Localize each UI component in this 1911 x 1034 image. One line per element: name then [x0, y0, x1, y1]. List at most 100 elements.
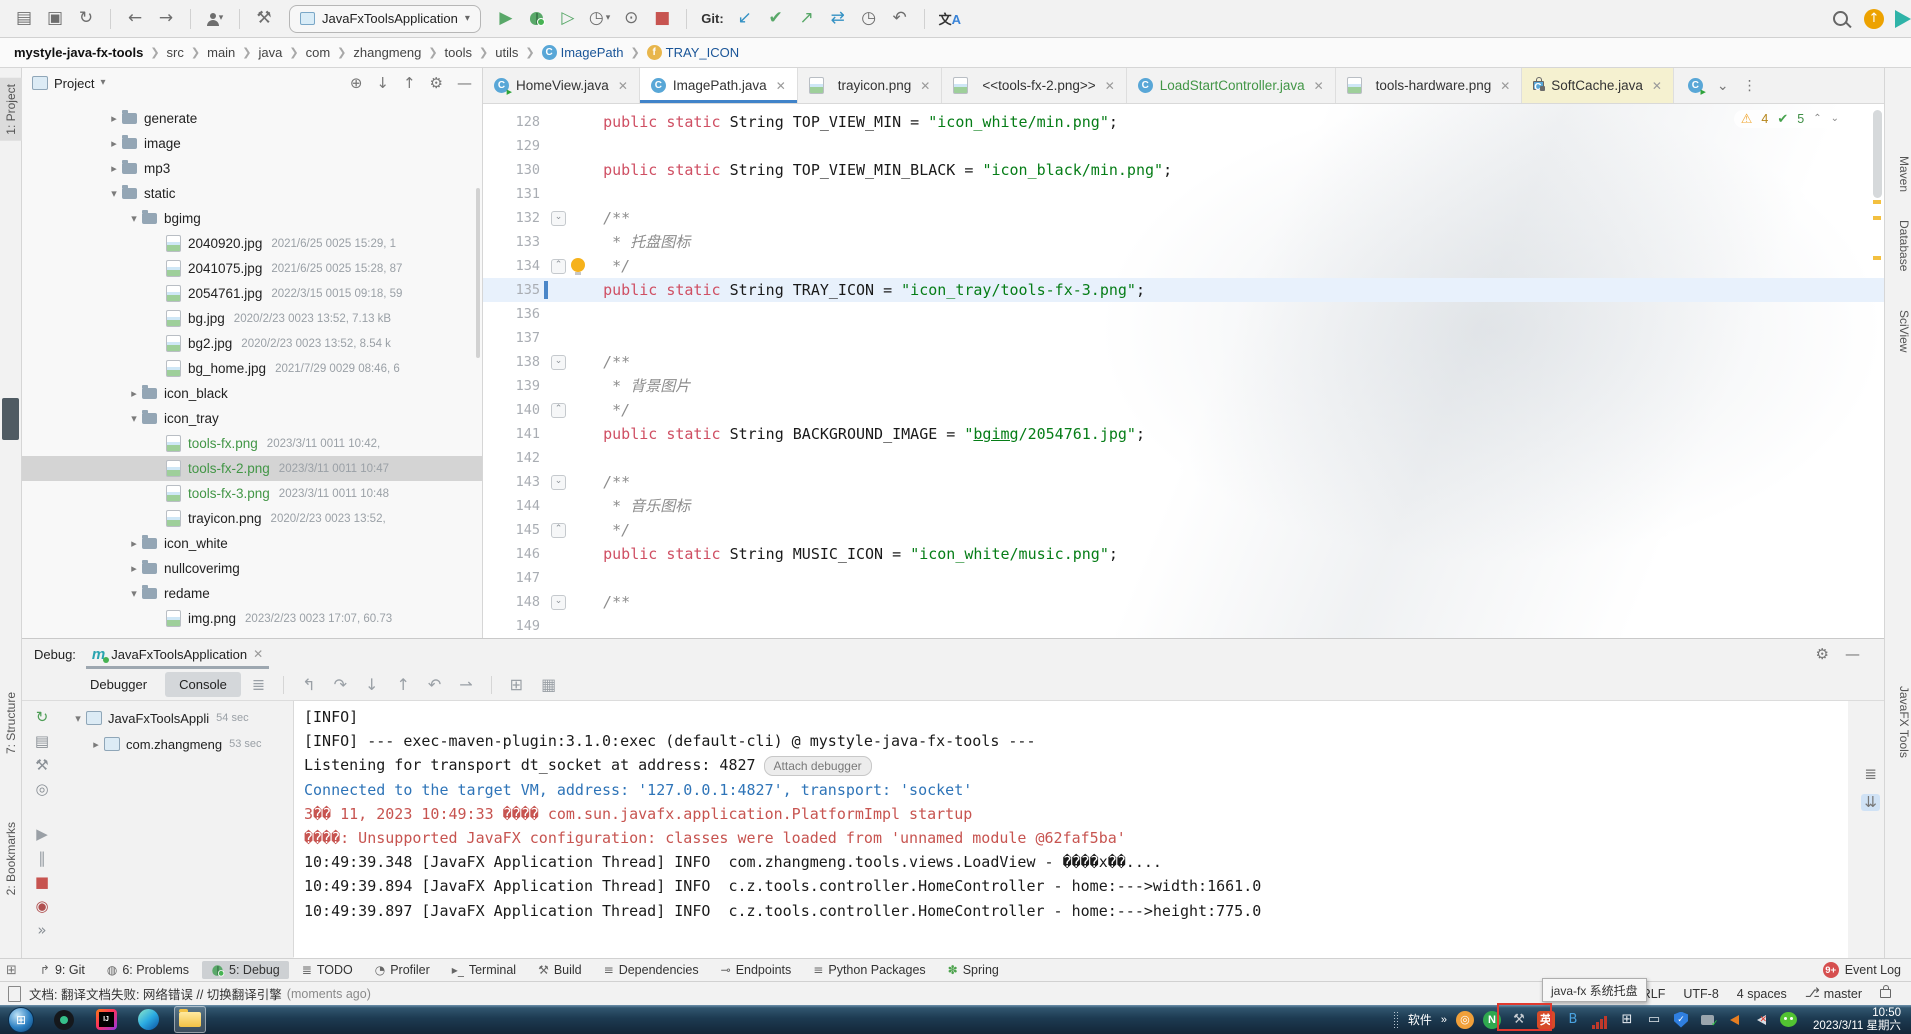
- profile-icon[interactable]: ▾: [205, 13, 225, 25]
- tree-row[interactable]: bg.jpg2020/2/23 0023 13:52, 7.13 kB: [22, 306, 482, 331]
- breadcrumb-item[interactable]: com: [306, 45, 331, 60]
- tool-window-button-pythonpackages[interactable]: ≡Python Packages: [804, 961, 934, 979]
- wrench-icon[interactable]: ⚒: [35, 758, 48, 773]
- resume-icon[interactable]: ▶: [36, 827, 48, 842]
- tool-window-button-spring[interactable]: ✽Spring: [939, 961, 1008, 979]
- git-commit-icon[interactable]: ✔: [766, 10, 786, 27]
- close-tab-icon[interactable]: ✕: [618, 80, 628, 92]
- stripe-item-javafxtools[interactable]: JavaFX Tools: [1885, 686, 1911, 758]
- close-tab-icon[interactable]: ✕: [1314, 80, 1324, 92]
- search-icon[interactable]: [1833, 9, 1853, 29]
- run-config-combo[interactable]: JavaFxToolsApplication▾: [289, 5, 481, 33]
- stop-icon[interactable]: ■: [652, 10, 672, 27]
- tree-row[interactable]: 2040920.jpg2021/6/25 0025 15:29, 1: [22, 231, 482, 256]
- status-widget-master[interactable]: ⎇master: [1805, 987, 1862, 1001]
- code-editor[interactable]: 128 public static String TOP_VIEW_MIN = …: [483, 104, 1884, 638]
- editor-tab[interactable]: <<tools-fx-2.png>>✕: [942, 68, 1126, 103]
- tool-window-button-debug[interactable]: 5: Debug: [202, 961, 289, 979]
- tray-grip[interactable]: [1393, 1011, 1399, 1029]
- translate-icon[interactable]: 文A: [939, 9, 961, 28]
- run-icon[interactable]: ▶: [496, 10, 516, 27]
- tray-wechat-icon[interactable]: [1780, 1011, 1798, 1029]
- breadcrumb-item[interactable]: zhangmeng: [353, 45, 421, 60]
- breakpoint-zoom-icon[interactable]: ◎: [35, 782, 48, 797]
- debug-tab-console[interactable]: Console: [165, 672, 241, 697]
- tool-window-button-problems[interactable]: ◍6: Problems: [98, 961, 198, 979]
- open-folder-icon[interactable]: ▤: [14, 10, 34, 27]
- tool-window-button-endpoints[interactable]: ⊸Endpoints: [712, 961, 801, 979]
- code-line[interactable]: 134⌃ */: [483, 254, 1884, 278]
- debug-hide-icon[interactable]: —: [1845, 647, 1860, 662]
- back-icon[interactable]: ←: [125, 10, 145, 27]
- stripe-item-sciview[interactable]: SciView: [1885, 310, 1911, 352]
- editor-tab[interactable]: tools-hardware.png✕: [1336, 68, 1523, 103]
- tree-chevron-icon[interactable]: ▾: [106, 188, 122, 199]
- run-to-cursor-icon[interactable]: ⇀: [459, 677, 472, 693]
- tray-bluetooth-icon[interactable]: B: [1564, 1011, 1582, 1029]
- plugin-icon[interactable]: [1895, 10, 1911, 28]
- tree-chevron-icon[interactable]: ▸: [106, 138, 122, 149]
- status-widget-utf8[interactable]: UTF-8: [1683, 987, 1718, 1001]
- taskbar-app-idea[interactable]: IJ: [90, 1006, 122, 1033]
- save-icon[interactable]: ▣: [45, 10, 65, 27]
- inspections-widget[interactable]: ⚠4 ✔5 ⌃ ⌄: [1734, 110, 1846, 128]
- tree-row[interactable]: ▸icon_white: [22, 531, 482, 556]
- tree-scrollbar[interactable]: [476, 188, 480, 358]
- debug-frame-row[interactable]: ▾JavaFxToolsAppli54 sec: [62, 705, 293, 731]
- tree-row[interactable]: bg2.jpg2020/2/23 0023 13:52, 8.54 k: [22, 331, 482, 356]
- tree-chevron-icon[interactable]: ▸: [126, 388, 142, 399]
- code-line[interactable]: 141 public static String BACKGROUND_IMAG…: [483, 422, 1884, 446]
- debug-icon[interactable]: [527, 12, 547, 25]
- stripe-item-bookmarks[interactable]: 2: Bookmarks: [0, 816, 22, 901]
- drop-frame-icon[interactable]: ↶: [428, 677, 441, 693]
- show-execution-point-icon[interactable]: ↰: [302, 677, 315, 693]
- tree-row[interactable]: ▾bgimg: [22, 206, 482, 231]
- update-orb-icon[interactable]: ↑: [1864, 9, 1884, 29]
- tree-row[interactable]: 2041075.jpg2021/6/25 0025 15:28, 87: [22, 256, 482, 281]
- view-breakpoints-icon[interactable]: ◉: [35, 899, 48, 914]
- coverage-icon[interactable]: ▷: [558, 10, 578, 27]
- tree-row[interactable]: tools-fx-3.png2023/3/11 0011 10:48: [22, 481, 482, 506]
- profiler-icon[interactable]: ◷▾: [589, 10, 610, 27]
- next-problem-icon[interactable]: ⌄: [1831, 114, 1839, 124]
- breadcrumb-item[interactable]: java: [259, 45, 283, 60]
- step-into-icon[interactable]: ↓: [365, 677, 378, 693]
- git-update-icon[interactable]: ↙: [735, 10, 755, 27]
- tree-row[interactable]: img.png2023/2/23 0023 17:07, 60.73: [22, 606, 482, 631]
- code-line[interactable]: 138⌄ /**: [483, 350, 1884, 374]
- start-button[interactable]: ⊞: [8, 1007, 34, 1033]
- fold-marker-icon[interactable]: ⌄: [551, 211, 566, 226]
- close-tab-icon[interactable]: ✕: [920, 80, 930, 92]
- attach-debugger-chip[interactable]: Attach debugger: [764, 756, 872, 776]
- close-tab-icon[interactable]: ✕: [1652, 80, 1662, 92]
- editor-tab[interactable]: CSoftCache.java✕: [1522, 68, 1674, 103]
- debug-tab-debugger[interactable]: Debugger: [76, 672, 161, 697]
- status-widget-lock[interactable]: [1880, 989, 1891, 998]
- pause-icon[interactable]: ‖: [38, 851, 46, 866]
- step-over-icon[interactable]: ↷: [334, 677, 347, 693]
- editor-tab[interactable]: CHomeView.java✕: [483, 68, 640, 103]
- tray-usb-icon[interactable]: [1699, 1011, 1717, 1029]
- code-line[interactable]: 148⌄ /**: [483, 590, 1884, 614]
- code-line[interactable]: 136: [483, 302, 1884, 326]
- stop-debug-icon[interactable]: ■: [35, 875, 49, 890]
- taskbar-app-edge[interactable]: [132, 1006, 164, 1033]
- sync-icon[interactable]: ↻: [76, 10, 96, 27]
- code-line[interactable]: 139 * 背景图片: [483, 374, 1884, 398]
- code-line[interactable]: 130 public static String TOP_VIEW_MIN_BL…: [483, 158, 1884, 182]
- tray-volume-icon[interactable]: [1726, 1011, 1744, 1029]
- tree-chevron-icon[interactable]: ▾: [126, 588, 142, 599]
- tray-panes-icon[interactable]: ⊞: [1618, 1011, 1636, 1029]
- breadcrumb-item[interactable]: tools: [445, 45, 472, 60]
- editor-tab[interactable]: CLoadStartController.java✕: [1127, 68, 1336, 103]
- code-line[interactable]: 146 public static String MUSIC_ICON = "i…: [483, 542, 1884, 566]
- tool-window-button-dependencies[interactable]: ≡Dependencies: [595, 961, 708, 979]
- code-line[interactable]: 145⌃ */: [483, 518, 1884, 542]
- debug-frame-row[interactable]: ▸com.zhangmeng53 sec: [62, 731, 293, 757]
- tree-chevron-icon[interactable]: ▸: [106, 163, 122, 174]
- fold-marker-icon[interactable]: ⌃: [551, 403, 566, 418]
- tree-chevron-icon[interactable]: ▾: [70, 713, 86, 724]
- tray-muted-icon[interactable]: [1753, 1011, 1771, 1029]
- code-line[interactable]: 137: [483, 326, 1884, 350]
- tray-monitor-icon[interactable]: ▭: [1645, 1011, 1663, 1029]
